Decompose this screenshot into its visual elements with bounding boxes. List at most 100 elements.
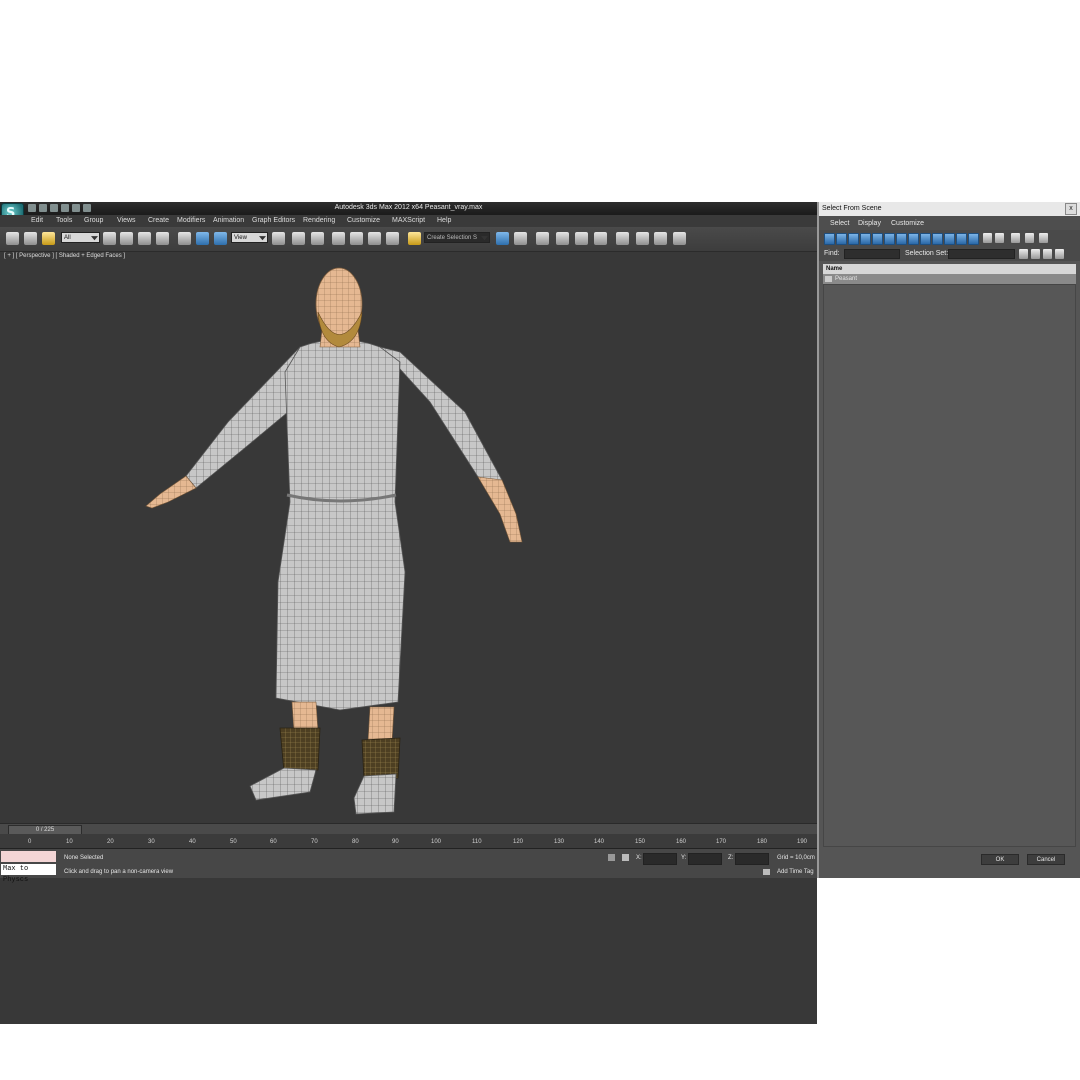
maxscript-mini-listener[interactable]: Max to Physcs [1, 864, 56, 884]
absolute-mode-icon[interactable] [622, 854, 629, 861]
display-shapes-icon[interactable] [836, 233, 847, 245]
schematic-view-icon[interactable] [594, 232, 607, 245]
menu-maxscript[interactable]: MAXScript [392, 217, 425, 224]
display-containers-icon[interactable] [932, 233, 943, 245]
rect-selection-icon[interactable] [138, 232, 151, 245]
dialog-menu-display[interactable]: Display [858, 220, 881, 227]
z-label: Z: [728, 855, 734, 861]
find-input[interactable] [844, 249, 900, 259]
menu-animation[interactable]: Animation [213, 217, 244, 224]
selection-filter-dropdown[interactable]: All [61, 232, 100, 243]
close-button[interactable]: x [1065, 203, 1077, 215]
named-selection-dropdown[interactable]: Create Selection S [424, 232, 490, 243]
tick-label: 180 [757, 839, 768, 845]
list-item[interactable]: Peasant [823, 274, 1076, 284]
x-label: X: [636, 855, 642, 861]
display-xrefs-icon[interactable] [908, 233, 919, 245]
time-tag-icon[interactable] [763, 869, 770, 875]
select-all-icon[interactable] [1011, 233, 1020, 243]
window-crossing-icon[interactable] [156, 232, 169, 245]
rotate-icon[interactable] [196, 232, 209, 245]
dialog-menu-select[interactable]: Select [830, 220, 849, 227]
menu-customize[interactable]: Customize [347, 217, 380, 224]
align-icon[interactable] [514, 232, 527, 245]
display-bones-icon[interactable] [920, 233, 931, 245]
link-icon[interactable] [6, 232, 19, 245]
display-all-icon[interactable] [968, 233, 979, 245]
dialog-menu-customize[interactable]: Customize [891, 220, 924, 227]
menu-group[interactable]: Group [84, 217, 103, 224]
open-file-icon[interactable] [39, 204, 47, 212]
selection-set-add-icon[interactable] [1019, 249, 1028, 259]
rendered-frame-icon[interactable] [654, 232, 667, 245]
display-helpers-icon[interactable] [872, 233, 883, 245]
curve-editor-icon[interactable] [575, 232, 588, 245]
render-setup-icon[interactable] [636, 232, 649, 245]
grid-size-readout: Grid = 10,0cm [777, 855, 815, 861]
ok-button[interactable]: OK [981, 854, 1019, 865]
add-time-tag-button[interactable]: Add Time Tag [777, 869, 814, 875]
display-spacewarps-icon[interactable] [884, 233, 895, 245]
bind-space-warp-icon[interactable] [42, 232, 55, 245]
edit-named-selection-icon[interactable] [408, 232, 421, 245]
new-file-icon[interactable] [28, 204, 36, 212]
material-editor-icon[interactable] [616, 232, 629, 245]
display-groups-icon[interactable] [896, 233, 907, 245]
display-cameras-icon[interactable] [860, 233, 871, 245]
snaps-toggle-icon[interactable] [332, 232, 345, 245]
timeline-ruler[interactable]: 0 10 20 30 40 50 60 70 80 90 100 110 120… [0, 834, 817, 849]
redo-icon[interactable] [72, 204, 80, 212]
invert-display-icon[interactable] [995, 233, 1004, 243]
percent-snap-icon[interactable] [368, 232, 381, 245]
x-coordinate-field[interactable] [643, 853, 677, 865]
find-row: Find: Selection Set: [819, 247, 1080, 261]
tick-label: 140 [594, 839, 605, 845]
lock-selection-icon[interactable] [608, 854, 615, 861]
menu-rendering[interactable]: Rendering [303, 217, 335, 224]
perspective-viewport[interactable]: [ + ] [ Perspective ] [ Shaded + Edged F… [0, 252, 817, 1024]
menu-graph-editors[interactable]: Graph Editors [252, 217, 295, 224]
reference-coord-dropdown[interactable]: View [231, 232, 268, 243]
angle-snap-icon[interactable] [350, 232, 363, 245]
y-coordinate-field[interactable] [688, 853, 722, 865]
menu-edit[interactable]: Edit [31, 217, 43, 224]
column-header-name[interactable]: Name [823, 264, 1076, 274]
object-list[interactable] [823, 284, 1076, 847]
select-by-name-icon[interactable] [120, 232, 133, 245]
select-manipulate-icon[interactable] [292, 232, 305, 245]
display-hidden-icon[interactable] [956, 233, 967, 245]
undo-icon[interactable] [61, 204, 69, 212]
render-teapot-icon[interactable] [673, 232, 686, 245]
pivot-center-icon[interactable] [272, 232, 285, 245]
display-frozen-icon[interactable] [944, 233, 955, 245]
display-lights-icon[interactable] [848, 233, 859, 245]
display-none-icon[interactable] [983, 233, 992, 243]
title-bar: Autodesk 3ds Max 2012 x64 Peasant_vray.m… [0, 202, 817, 215]
cancel-button[interactable]: Cancel [1027, 854, 1065, 865]
scale-icon[interactable] [214, 232, 227, 245]
selection-set-options-icon[interactable] [1055, 249, 1064, 259]
z-coordinate-field[interactable] [735, 853, 769, 865]
selection-set-remove-icon[interactable] [1031, 249, 1040, 259]
menu-views[interactable]: Views [117, 217, 136, 224]
display-geometry-icon[interactable] [824, 233, 835, 245]
move-icon[interactable] [178, 232, 191, 245]
layer-manager-icon[interactable] [536, 232, 549, 245]
mirror-icon[interactable] [496, 232, 509, 245]
hierarchy-filter-icon[interactable] [1039, 233, 1048, 243]
select-object-icon[interactable] [103, 232, 116, 245]
unlink-icon[interactable] [24, 232, 37, 245]
selection-set-edit-icon[interactable] [1043, 249, 1052, 259]
keyboard-shortcut-icon[interactable] [311, 232, 324, 245]
menu-help[interactable]: Help [437, 217, 451, 224]
selection-set-dropdown[interactable] [948, 249, 1015, 259]
menu-create[interactable]: Create [148, 217, 169, 224]
project-folder-icon[interactable] [83, 204, 91, 212]
menu-tools[interactable]: Tools [56, 217, 72, 224]
spinner-snap-icon[interactable] [386, 232, 399, 245]
filter-icon[interactable] [1025, 233, 1034, 243]
maxscript-listener-output[interactable] [1, 851, 56, 862]
menu-modifiers[interactable]: Modifiers [177, 217, 205, 224]
save-file-icon[interactable] [50, 204, 58, 212]
graphite-modeling-icon[interactable] [556, 232, 569, 245]
